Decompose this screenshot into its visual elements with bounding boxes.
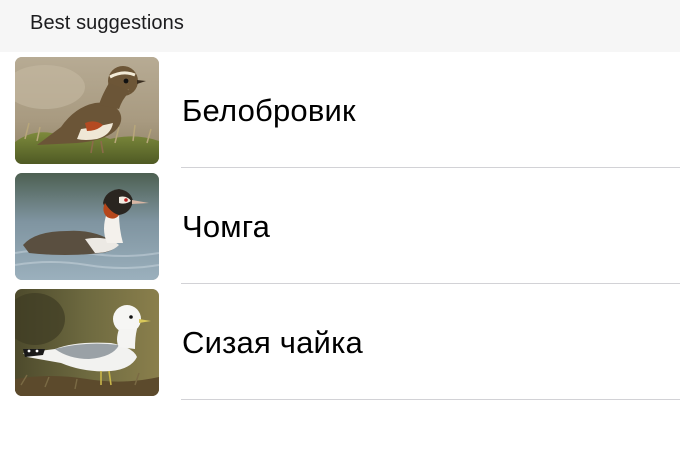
suggestion-row-great-crested-grebe[interactable]: Чомга	[0, 168, 680, 284]
suggestions-screen: Best suggestions Белобровик Чомга Сизая …	[0, 0, 680, 464]
common-gull-photo	[15, 289, 159, 396]
section-header: Best suggestions	[0, 0, 680, 52]
suggestion-row-redwing[interactable]: Белобровик	[0, 52, 680, 168]
suggestions-list: Белобровик Чомга Сизая чайка	[0, 52, 680, 400]
row-separator	[181, 399, 680, 400]
suggestion-row-common-gull[interactable]: Сизая чайка	[0, 284, 680, 400]
great-crested-grebe-photo	[15, 173, 159, 280]
redwing-photo	[15, 57, 159, 164]
suggestion-label: Белобровик	[182, 93, 356, 128]
suggestion-label: Сизая чайка	[182, 325, 363, 360]
section-header-title: Best suggestions	[30, 12, 184, 34]
suggestion-label: Чомга	[182, 209, 271, 244]
